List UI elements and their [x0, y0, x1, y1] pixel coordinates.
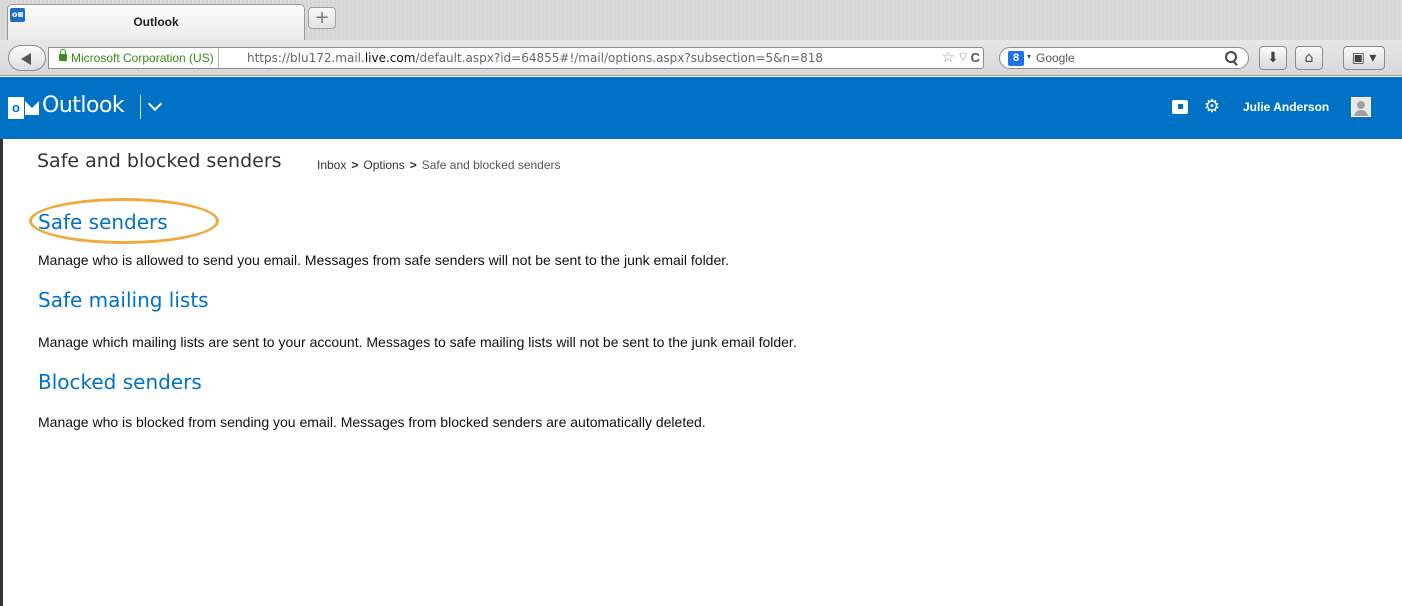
url-fade — [909, 48, 939, 68]
feedback-icon[interactable] — [1172, 100, 1188, 114]
breadcrumb-options-link[interactable]: Options — [363, 158, 404, 172]
safe-senders-link[interactable]: Safe senders — [38, 210, 168, 234]
header-divider — [140, 95, 141, 119]
dropdown-icon[interactable]: ▽ — [959, 48, 967, 68]
address-bar[interactable]: Microsoft Corporation (US) https://blu17… — [48, 47, 984, 69]
app-switcher-chevron-icon[interactable] — [148, 98, 162, 112]
home-button[interactable]: ⌂ — [1295, 46, 1323, 70]
google-icon[interactable]: 8 — [1008, 51, 1024, 66]
search-engine-label: Google — [1036, 51, 1075, 65]
browser-tab-outlook[interactable]: o Outlook — [7, 4, 305, 40]
blocked-senders-description: Manage who is blocked from sending you e… — [38, 414, 706, 430]
browser-nav-bar: Microsoft Corporation (US) https://blu17… — [0, 40, 1402, 76]
search-input[interactable]: 8 ▾ Google — [999, 47, 1249, 69]
lock-icon — [59, 49, 67, 61]
window-edge — [0, 139, 3, 606]
safe-mailing-lists-description: Manage which mailing lists are sent to y… — [38, 334, 797, 350]
site-identity-label[interactable]: Microsoft Corporation (US) — [71, 48, 219, 68]
breadcrumb: Inbox > Options > Safe and blocked senders — [317, 158, 561, 172]
search-engine-dropdown-icon[interactable]: ▾ — [1027, 52, 1031, 61]
outlook-logo-icon[interactable]: o — [8, 97, 39, 119]
logo-letter: o — [8, 97, 24, 119]
search-icon[interactable] — [1224, 50, 1240, 66]
back-button[interactable] — [8, 45, 46, 71]
reload-icon[interactable]: C — [971, 48, 980, 68]
url-text: https://blu172.mail.live.com/default.asp… — [247, 51, 824, 65]
blocked-senders-link[interactable]: Blocked senders — [38, 370, 202, 394]
browser-tab-strip: o Outlook + — [0, 0, 1402, 40]
gear-icon[interactable]: ⚙ — [1203, 98, 1221, 116]
page-title: Safe and blocked senders — [37, 150, 282, 172]
app-title[interactable]: Outlook — [42, 93, 125, 118]
avatar-icon[interactable] — [1351, 97, 1371, 117]
outlook-header-bar: o Outlook ⚙ Julie Anderson — [0, 77, 1402, 139]
user-name[interactable]: Julie Anderson — [1243, 100, 1329, 114]
breadcrumb-inbox-link[interactable]: Inbox — [317, 158, 346, 172]
bookmarks-button[interactable]: ▣ ▾ — [1343, 46, 1385, 70]
home-icon: ⌂ — [1304, 50, 1314, 66]
download-button[interactable]: ⬇ — [1259, 46, 1287, 70]
breadcrumb-separator: > — [409, 158, 417, 172]
star-icon[interactable]: ☆ — [942, 48, 955, 68]
tab-title: Outlook — [133, 15, 179, 29]
safe-mailing-lists-link[interactable]: Safe mailing lists — [38, 288, 209, 312]
breadcrumb-separator: > — [351, 158, 359, 172]
envelope-icon — [25, 101, 39, 115]
new-tab-button[interactable]: + — [308, 7, 336, 29]
bookmarks-icon: ▣ ▾ — [1351, 50, 1377, 66]
download-icon: ⬇ — [1267, 50, 1279, 66]
safe-senders-description: Manage who is allowed to send you email.… — [38, 252, 730, 268]
breadcrumb-current: Safe and blocked senders — [421, 158, 561, 172]
